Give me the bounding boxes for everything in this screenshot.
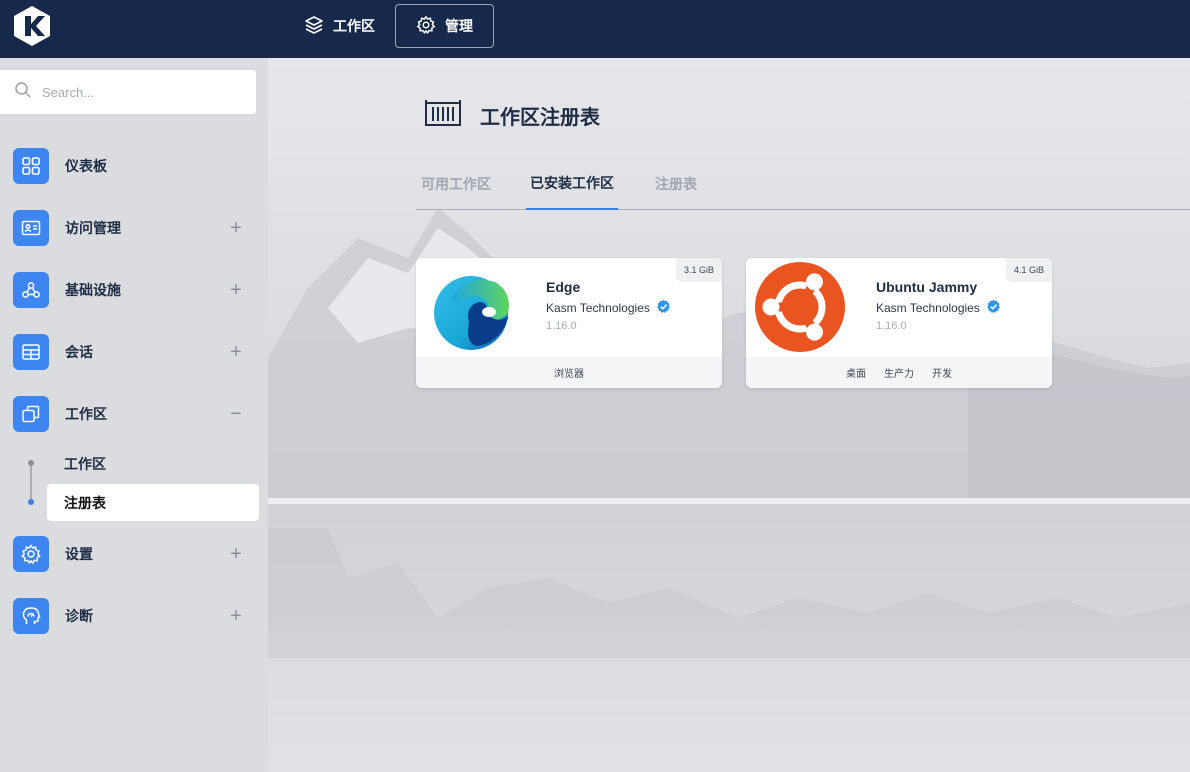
sidebar-item-dashboard[interactable]: 仪表板 (13, 146, 258, 186)
sidebar-item-infrastructure[interactable]: 基础设施 + (13, 270, 258, 310)
id-card-icon (13, 210, 49, 246)
topnav-admin-label: 管理 (445, 18, 473, 34)
sidebar-item-workspaces[interactable]: 工作区 − (13, 394, 258, 434)
ubuntu-logo-icon (754, 261, 846, 353)
container-registry-icon (424, 98, 462, 133)
plus-icon[interactable]: + (226, 606, 246, 626)
sidebar-item-label: 基础设施 (65, 282, 121, 298)
topnav-workspaces-label: 工作区 (333, 18, 375, 34)
minus-icon[interactable]: − (226, 404, 246, 424)
workspace-version: 1.16.0 (876, 320, 907, 332)
vendor-label: Kasm Technologies (546, 301, 650, 315)
layers-icon (304, 15, 324, 38)
topnav-workspaces-button[interactable]: 工作区 (290, 4, 389, 48)
top-bar: 工作区 管理 (0, 0, 1190, 58)
sidebar-item-label: 诊断 (65, 608, 93, 624)
sidebar-item-label: 设置 (65, 546, 93, 562)
search-box[interactable] (0, 70, 256, 114)
sidebar-subitem-workspaces[interactable]: 工作区 (47, 445, 259, 482)
workspace-tags: 浏览器 (416, 357, 722, 388)
tag: 生产力 (884, 369, 914, 380)
sidebar-item-diagnostics[interactable]: 诊断 + (13, 596, 258, 636)
submenu-dot-active (28, 499, 34, 505)
sidebar-item-settings[interactable]: 设置 + (13, 534, 258, 574)
workspace-tags: 桌面 生产力 开发 (746, 357, 1052, 388)
windows-icon (13, 396, 49, 432)
registry-tabs: 可用工作区 已安装工作区 注册表 (416, 158, 1190, 210)
sidebar-item-label: 会话 (65, 344, 93, 360)
sidebar-item-access-management[interactable]: 访问管理 + (13, 208, 258, 248)
edge-logo-icon (429, 262, 521, 354)
page-header: 工作区注册表 (424, 98, 600, 133)
plus-icon[interactable]: + (226, 342, 246, 362)
topnav-admin-button[interactable]: 管理 (395, 4, 494, 48)
search-input[interactable] (42, 84, 242, 100)
sidebar-item-sessions[interactable]: 会话 + (13, 332, 258, 372)
search-icon (14, 81, 32, 104)
verified-badge-icon (656, 299, 671, 317)
tab-available-workspaces[interactable]: 可用工作区 (421, 158, 491, 209)
workspace-version: 1.16.0 (546, 320, 577, 332)
webhook-icon (13, 272, 49, 308)
page-title: 工作区注册表 (480, 107, 600, 129)
workspace-vendor: Kasm Technologies (876, 299, 1001, 317)
tag: 开发 (932, 369, 952, 380)
size-badge: 3.1 GiB (675, 258, 722, 282)
sidebar-subitem-registry[interactable]: 注册表 (47, 484, 259, 521)
tag: 桌面 (846, 369, 866, 380)
gear-icon (13, 536, 49, 572)
tab-registries[interactable]: 注册表 (655, 158, 697, 209)
sidebar-item-label: 访问管理 (65, 220, 121, 236)
table-icon (13, 334, 49, 370)
sidebar: 仪表板 访问管理 + 基础设施 + 会话 + 工作区 − 工作区 注册表 (0, 58, 268, 772)
submenu-dot (28, 460, 34, 466)
workspace-vendor: Kasm Technologies (546, 299, 671, 317)
gear-icon (416, 15, 436, 38)
head-gauge-icon (13, 598, 49, 634)
workspace-card-ubuntu-jammy[interactable]: 4.1 GiB Ubuntu Jammy Kasm Technologies 1… (746, 258, 1052, 388)
plus-icon[interactable]: + (226, 218, 246, 238)
sidebar-item-label: 仪表板 (65, 158, 107, 174)
tag: 浏览器 (554, 369, 584, 380)
submenu-connector (30, 462, 32, 500)
grid-icon (13, 148, 49, 184)
workspace-name: Ubuntu Jammy (876, 279, 978, 295)
workspace-card-edge[interactable]: 3.1 GiB Edge Kasm Technologies 1.16.0 浏览… (416, 258, 722, 388)
tab-installed-workspaces[interactable]: 已安装工作区 (526, 158, 618, 210)
plus-icon[interactable]: + (226, 280, 246, 300)
verified-badge-icon (986, 299, 1001, 317)
workspace-name: Edge (546, 279, 581, 295)
size-badge: 4.1 GiB (1005, 258, 1052, 282)
sidebar-item-label: 工作区 (65, 406, 107, 422)
plus-icon[interactable]: + (226, 544, 246, 564)
kasm-logo-icon[interactable] (12, 4, 52, 48)
vendor-label: Kasm Technologies (876, 301, 980, 315)
